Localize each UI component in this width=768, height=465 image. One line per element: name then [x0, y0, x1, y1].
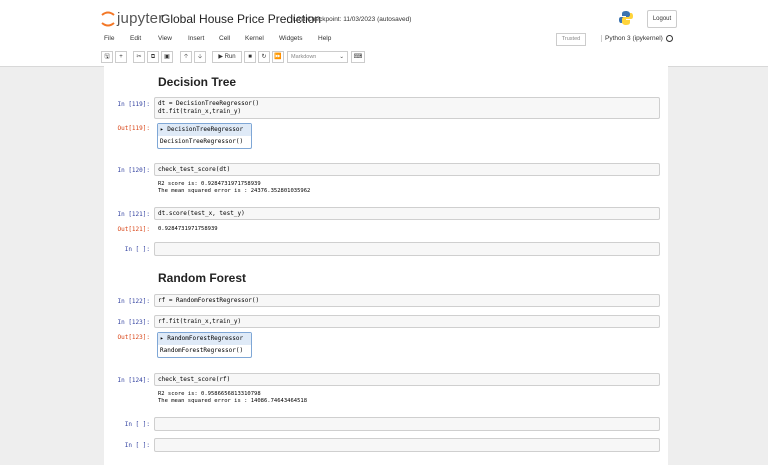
jupyter-logo-icon [101, 11, 115, 27]
move-down-button[interactable]: 🡣 [194, 51, 206, 63]
menu-edit[interactable]: Edit [130, 35, 141, 42]
cut-button[interactable]: ✂ [133, 51, 145, 63]
in-prompt-121: In [121]: [117, 211, 150, 218]
out-prompt-121: Out[121]: [117, 226, 150, 233]
in-prompt-124: In [124]: [117, 377, 150, 384]
logout-button[interactable]: Logout [647, 10, 677, 28]
cell-type-select[interactable]: Markdown ⌄ [287, 51, 348, 63]
paste-button[interactable]: ▣ [161, 51, 173, 63]
code-line: dt.fit(train_x,train_y) [158, 108, 242, 115]
in-prompt-empty: In [ ]: [124, 246, 150, 253]
code-cell-119[interactable]: dt = DecisionTreeRegressor() dt.fit(trai… [154, 97, 660, 119]
output-line: 0.9284731971758939 [158, 226, 218, 232]
output-line: The mean squared error is : 14086.746434… [158, 398, 308, 404]
output-line: The mean squared error is : 24376.352801… [158, 188, 311, 194]
code-cell-120[interactable]: check_test_score(dt) [154, 163, 660, 176]
code-line: check_test_score(rf) [158, 376, 231, 383]
command-palette-button[interactable]: ⌨ [351, 51, 365, 63]
code-cell-124[interactable]: check_test_score(rf) [154, 373, 660, 386]
cell-type-value: Markdown [291, 54, 317, 60]
kernel-indicator[interactable]: Python 3 (ipykernel) [601, 35, 673, 43]
in-prompt-119: In [119]: [117, 101, 150, 108]
menu-widgets[interactable]: Widgets [279, 35, 302, 42]
interrupt-button[interactable]: ■ [244, 51, 256, 63]
menu-view[interactable]: View [158, 35, 172, 42]
plus-icon: + [119, 54, 123, 60]
menu-cell[interactable]: Cell [219, 35, 230, 42]
copy-icon: ⧉ [150, 54, 156, 60]
estimator-repr: DecisionTreeRegressor() [160, 138, 244, 145]
code-line: dt.score(test_x, test_y) [158, 210, 245, 217]
kernel-name: Python 3 (ipykernel) [605, 35, 663, 43]
run-button[interactable]: ▶ Run [212, 51, 242, 63]
in-prompt-122: In [122]: [117, 298, 150, 305]
estimator-toggle[interactable]: ▸ DecisionTreeRegressor [158, 124, 251, 136]
restart-run-all-button[interactable]: ⏩ [272, 51, 284, 63]
out-prompt-123: Out[123]: [117, 334, 150, 341]
output-line: R2 score is: 0.9586656813310798 [158, 391, 261, 397]
save-button[interactable]: 🖫 [101, 51, 113, 63]
empty-code-cell[interactable] [154, 242, 660, 256]
code-line: rf.fit(train_x,train_y) [158, 318, 242, 325]
in-prompt-empty: In [ ]: [124, 421, 150, 428]
out-prompt-119: Out[119]: [117, 125, 150, 132]
restart-icon: ↻ [261, 54, 267, 60]
arrow-up-icon: 🡡 [183, 54, 189, 60]
estimator-display-119[interactable]: ▸ DecisionTreeRegressor DecisionTreeRegr… [157, 123, 252, 149]
menu-insert[interactable]: Insert [188, 35, 204, 42]
estimator-repr: RandomForestRegressor() [160, 347, 244, 354]
restart-button[interactable]: ↻ [258, 51, 270, 63]
code-line: rf = RandomForestRegressor() [158, 297, 260, 304]
code-line: check_test_score(dt) [158, 166, 231, 173]
fast-forward-icon: ⏩ [274, 54, 282, 60]
empty-code-cell[interactable] [154, 417, 660, 431]
code-cell-121[interactable]: dt.score(test_x, test_y) [154, 207, 660, 220]
notebook-header: jupyter Global House Price Prediction La… [0, 0, 768, 67]
heading-decision-tree[interactable]: Decision Tree [158, 75, 236, 89]
trusted-indicator[interactable]: Trusted [556, 33, 586, 46]
menu-file[interactable]: File [104, 35, 114, 42]
insert-cell-button[interactable]: + [115, 51, 127, 63]
code-cell-123[interactable]: rf.fit(train_x,train_y) [154, 315, 660, 328]
in-prompt-120: In [120]: [117, 167, 150, 174]
menu-help[interactable]: Help [318, 35, 331, 42]
arrow-down-icon: 🡣 [197, 54, 203, 60]
heading-random-forest[interactable]: Random Forest [158, 271, 246, 285]
scissors-icon: ✂ [136, 54, 142, 60]
chevron-down-icon: ⌄ [339, 54, 344, 60]
jupyter-brand[interactable]: jupyter [117, 10, 163, 27]
stop-icon: ■ [248, 54, 252, 60]
code-cell-122[interactable]: rf = RandomForestRegressor() [154, 294, 660, 307]
empty-code-cell[interactable] [154, 438, 660, 452]
keyboard-icon: ⌨ [353, 54, 363, 60]
python-logo-icon [619, 11, 633, 25]
estimator-display-123[interactable]: ▸ RandomForestRegressor RandomForestRegr… [157, 332, 252, 358]
in-prompt-123: In [123]: [117, 319, 150, 326]
paste-icon: ▣ [164, 54, 170, 60]
code-line: dt = DecisionTreeRegressor() [158, 100, 260, 107]
menu-kernel[interactable]: Kernel [245, 35, 264, 42]
estimator-toggle[interactable]: ▸ RandomForestRegressor [158, 333, 251, 345]
output-line: R2 score is: 0.9284731971758939 [158, 181, 261, 187]
save-icon: 🖫 [104, 54, 110, 60]
move-up-button[interactable]: 🡡 [180, 51, 192, 63]
checkpoint-status: Last Checkpoint: 11/03/2023 (autosaved) [293, 16, 412, 23]
in-prompt-empty: In [ ]: [124, 442, 150, 449]
copy-button[interactable]: ⧉ [147, 51, 159, 63]
kernel-idle-icon [665, 35, 673, 42]
